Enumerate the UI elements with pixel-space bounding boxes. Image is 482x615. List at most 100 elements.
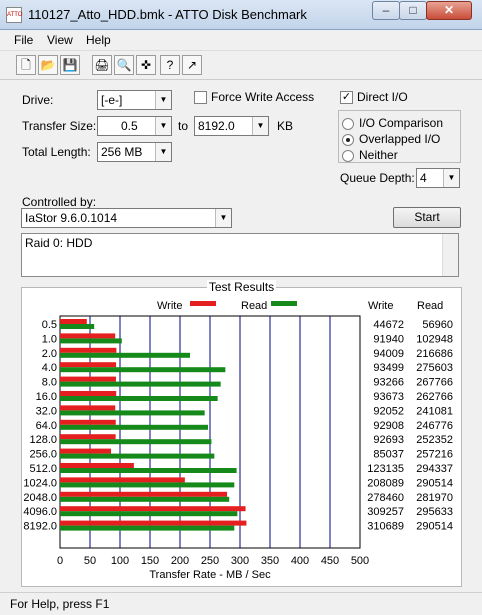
write-value: 93499 xyxy=(373,362,404,374)
to-label: to xyxy=(178,119,189,133)
write-bar xyxy=(60,376,116,382)
overlapped-io-radio[interactable] xyxy=(342,134,354,146)
read-bar xyxy=(60,453,215,459)
read-value: 252352 xyxy=(416,434,453,446)
menu-file[interactable]: File xyxy=(14,33,33,47)
read-bar xyxy=(60,511,238,517)
x-tick-label: 0 xyxy=(57,555,63,567)
x-tick-label: 350 xyxy=(261,555,279,567)
print-icon[interactable]: 🖨 xyxy=(92,55,112,75)
write-value: 85037 xyxy=(373,449,404,461)
minimize-button[interactable]: – xyxy=(372,1,400,20)
menu-bar: File View Help xyxy=(0,30,482,50)
toolbar: 🗋 📂 💾 🖨 🔍 ✜ ? ↗ xyxy=(0,50,482,80)
read-bar xyxy=(60,324,95,329)
write-value: 92052 xyxy=(373,405,404,417)
controlled-by-label: Controlled by: xyxy=(22,195,97,209)
maximize-button[interactable]: □ xyxy=(399,1,427,20)
read-bar xyxy=(60,352,191,358)
write-bar xyxy=(60,391,117,396)
transfer-from-select[interactable]: 0.5 ▼ xyxy=(97,116,172,136)
write-value: 94009 xyxy=(373,348,404,360)
category-label: 256.0 xyxy=(29,449,57,461)
total-length-value: 256 MB xyxy=(101,145,143,159)
read-bar xyxy=(60,424,209,430)
read-value: 267766 xyxy=(416,377,453,389)
total-length-select[interactable]: 256 MB ▼ xyxy=(97,142,172,162)
x-tick-label: 300 xyxy=(231,555,249,567)
write-value: 208089 xyxy=(367,477,404,489)
read-bar xyxy=(60,525,235,531)
x-axis-label: Transfer Rate - MB / Sec xyxy=(149,569,271,581)
write-bar xyxy=(60,463,134,468)
write-value: 123135 xyxy=(367,463,404,475)
chevron-down-icon[interactable]: ▼ xyxy=(155,143,171,161)
write-bar xyxy=(60,434,116,440)
transfer-from-value: 0.5 xyxy=(121,119,138,133)
force-write-checkbox[interactable] xyxy=(194,91,207,104)
io-comparison-radio[interactable] xyxy=(342,118,354,130)
x-tick-label: 400 xyxy=(291,555,309,567)
drive-label: Drive: xyxy=(22,93,54,107)
context-help-icon[interactable]: ↗ xyxy=(182,55,202,75)
kb-label: KB xyxy=(277,119,294,133)
new-icon[interactable]: 🗋 xyxy=(16,55,36,75)
neither-radio[interactable] xyxy=(342,150,354,162)
legend-read-label: Read xyxy=(241,300,267,312)
chevron-down-icon[interactable]: ▼ xyxy=(155,117,171,135)
io-comparison-label: I/O Comparison xyxy=(359,116,444,130)
category-label: 0.5 xyxy=(42,319,57,331)
category-label: 32.0 xyxy=(36,405,57,417)
status-bar: For Help, press F1 xyxy=(0,592,482,615)
chevron-down-icon[interactable]: ▼ xyxy=(215,209,231,227)
close-button[interactable]: ✕ xyxy=(426,1,472,20)
print-preview-icon[interactable]: 🔍 xyxy=(114,55,134,75)
chevron-down-icon[interactable]: ▼ xyxy=(155,91,171,109)
category-label: 8192.0 xyxy=(23,521,57,533)
direct-io-label: Direct I/O xyxy=(357,90,408,104)
transfer-to-select[interactable]: 8192.0 ▼ xyxy=(194,116,269,136)
x-tick-label: 250 xyxy=(201,555,219,567)
read-bar xyxy=(60,367,226,373)
total-length-label: Total Length: xyxy=(22,145,91,159)
write-bar xyxy=(60,491,228,497)
open-icon[interactable]: 📂 xyxy=(38,55,58,75)
queue-depth-select[interactable]: 4 ▼ xyxy=(416,168,460,188)
write-bar xyxy=(60,477,185,483)
read-bar xyxy=(60,338,122,344)
drive-select[interactable]: [-e-] ▼ xyxy=(97,90,172,110)
write-bar xyxy=(60,333,116,339)
direct-io-checkbox[interactable]: ✓ xyxy=(340,91,353,104)
legend-write-label: Write xyxy=(157,300,182,312)
chevron-down-icon[interactable]: ▼ xyxy=(252,117,268,135)
read-value: 257216 xyxy=(416,449,453,461)
queue-depth-value: 4 xyxy=(420,171,427,185)
save-icon[interactable]: 💾 xyxy=(60,55,80,75)
controller-select[interactable]: IaStor 9.6.0.1014 ▼ xyxy=(21,208,232,228)
description-scrollbar[interactable] xyxy=(442,234,458,276)
category-label: 1.0 xyxy=(42,333,57,345)
read-value: 275603 xyxy=(416,362,453,374)
help-icon[interactable]: ? xyxy=(160,55,180,75)
menu-help[interactable]: Help xyxy=(86,33,111,47)
write-bar xyxy=(60,319,87,324)
read-bar xyxy=(60,396,218,401)
category-label: 2.0 xyxy=(42,348,57,360)
category-label: 4.0 xyxy=(42,362,57,374)
x-tick-label: 500 xyxy=(351,555,369,567)
description-input[interactable]: Raid 0: HDD xyxy=(21,233,459,277)
read-bar xyxy=(60,496,230,502)
read-bar xyxy=(60,381,221,387)
read-bar xyxy=(60,468,237,473)
start-button[interactable]: Start xyxy=(393,207,461,228)
write-value: 92908 xyxy=(373,420,404,432)
x-tick-label: 450 xyxy=(321,555,339,567)
menu-view[interactable]: View xyxy=(47,33,73,47)
move-icon[interactable]: ✜ xyxy=(136,55,156,75)
column-header-read: Read xyxy=(417,300,443,312)
category-label: 16.0 xyxy=(36,391,57,403)
read-value: 294337 xyxy=(416,463,453,475)
chevron-down-icon[interactable]: ▼ xyxy=(443,169,459,187)
legend-write-swatch xyxy=(190,301,216,306)
write-value: 44672 xyxy=(373,319,404,331)
